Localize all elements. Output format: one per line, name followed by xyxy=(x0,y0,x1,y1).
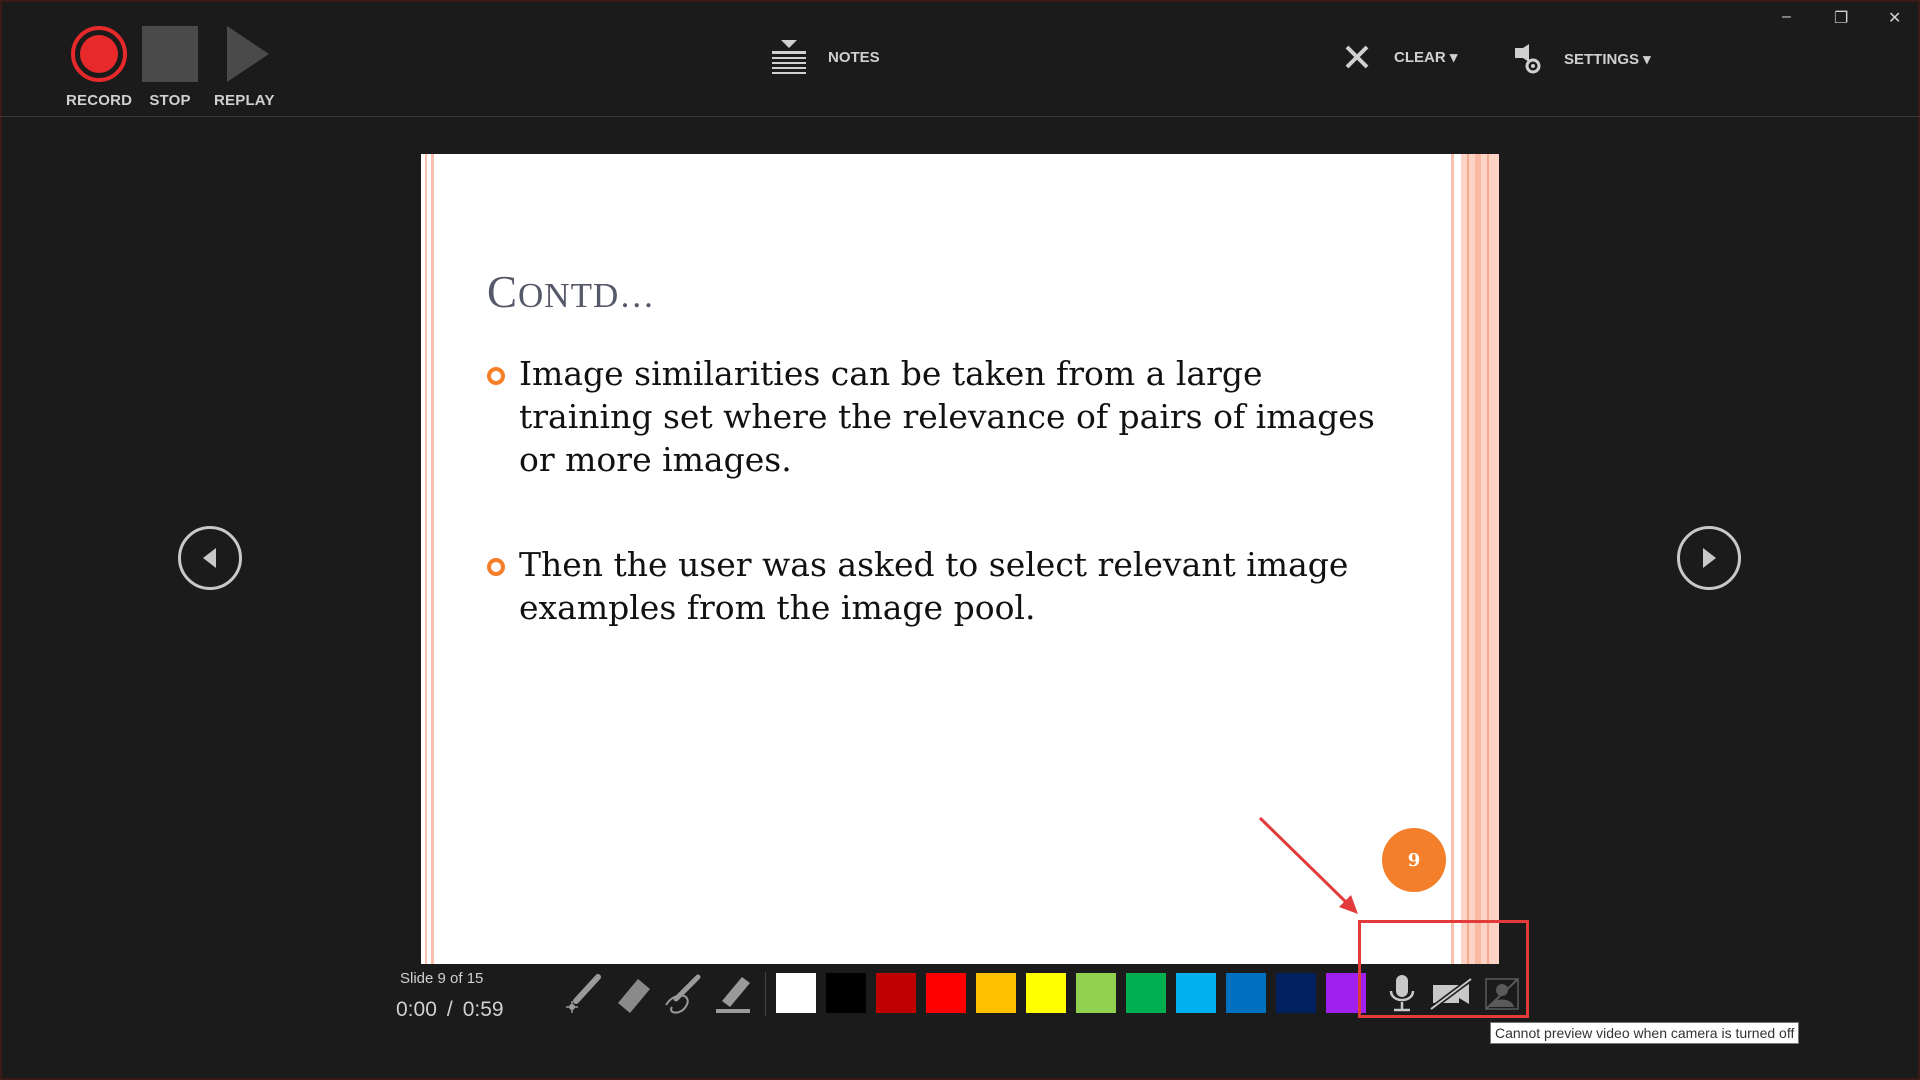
recording-toolbar: RECORD STOP REPLAY NOTES CLEAR ▾ SETTING… xyxy=(0,0,1920,117)
total-time: 0:59 xyxy=(462,998,504,1021)
slide-title-cap: C xyxy=(487,267,519,317)
slide-counter: Slide 9 of 15 xyxy=(400,970,484,987)
camera-preview-off-icon[interactable] xyxy=(1480,969,1524,1017)
circle-bullet-icon xyxy=(487,558,505,576)
arrow-right-icon xyxy=(1703,548,1716,568)
color-swatch[interactable] xyxy=(1326,973,1366,1013)
restore-button[interactable]: ❐ xyxy=(1834,8,1848,28)
bullet-item: Then the user was asked to select releva… xyxy=(487,543,1379,629)
notes-button[interactable]: NOTES xyxy=(770,38,880,76)
color-swatch[interactable] xyxy=(1276,973,1316,1013)
arrow-left-icon xyxy=(203,548,216,568)
record-button[interactable]: RECORD xyxy=(66,26,132,109)
clear-label: CLEAR ▾ xyxy=(1394,49,1458,66)
eraser-icon[interactable] xyxy=(612,969,656,1017)
bullet-text: Then the user was asked to select releva… xyxy=(519,545,1349,627)
stop-label: STOP xyxy=(149,92,191,109)
settings-gear-icon xyxy=(1515,44,1541,74)
clear-x-icon xyxy=(1345,45,1369,69)
bullet-item: Image similarities can be taken from a l… xyxy=(487,352,1379,481)
record-icon xyxy=(71,26,128,82)
microphone-icon[interactable] xyxy=(1380,969,1424,1017)
highlighter-icon[interactable] xyxy=(712,969,756,1017)
stop-button[interactable]: STOP xyxy=(142,26,198,109)
next-slide-button[interactable] xyxy=(1677,526,1741,590)
slide-title-rest: ONTD… xyxy=(518,276,656,315)
color-swatch[interactable] xyxy=(1126,973,1166,1013)
replay-button[interactable]: REPLAY xyxy=(214,26,275,109)
replay-label: REPLAY xyxy=(214,92,275,109)
right-stripe-3 xyxy=(1475,154,1481,964)
laser-pointer-icon[interactable] xyxy=(562,969,606,1017)
slide-number-badge: 9 xyxy=(1382,828,1446,892)
left-stripe xyxy=(425,154,427,964)
right-stripe-2 xyxy=(1467,154,1469,964)
toolbar-separator xyxy=(765,972,766,1016)
slide-title: CONTD… xyxy=(487,266,655,318)
clear-button[interactable]: CLEAR ▾ xyxy=(1344,44,1457,70)
stop-icon xyxy=(142,26,198,82)
color-swatch[interactable] xyxy=(876,973,916,1013)
color-swatch[interactable] xyxy=(776,973,816,1013)
color-swatch[interactable] xyxy=(976,973,1016,1013)
color-swatch[interactable] xyxy=(1176,973,1216,1013)
left-stripe-2 xyxy=(431,154,434,964)
previous-slide-button[interactable] xyxy=(178,526,242,590)
settings-button[interactable]: SETTINGS ▾ xyxy=(1512,44,1651,74)
elapsed-time: 0:00 xyxy=(396,998,437,1021)
pen-icon[interactable] xyxy=(662,969,706,1017)
notes-label: NOTES xyxy=(828,48,880,66)
minimize-button[interactable]: – xyxy=(1782,8,1791,26)
slide-canvas[interactable]: CONTD… Image similarities can be taken f… xyxy=(421,154,1499,964)
settings-label: SETTINGS ▾ xyxy=(1564,51,1651,68)
right-stripe-4 xyxy=(1487,154,1489,964)
color-swatch[interactable] xyxy=(826,973,866,1013)
color-swatch[interactable] xyxy=(1076,973,1116,1013)
time-separator: / xyxy=(446,998,453,1021)
play-icon xyxy=(227,26,270,82)
camera-preview-tooltip: Cannot preview video when camera is turn… xyxy=(1490,1022,1800,1044)
circle-bullet-icon xyxy=(487,367,505,385)
bullet-text: Image similarities can be taken from a l… xyxy=(519,354,1375,479)
camera-off-icon[interactable] xyxy=(1428,969,1473,1017)
right-stripe-1 xyxy=(1451,154,1454,964)
color-swatch[interactable] xyxy=(1026,973,1066,1013)
record-label: RECORD xyxy=(66,92,133,109)
color-swatch[interactable] xyxy=(926,973,966,1013)
close-button[interactable]: ✕ xyxy=(1888,8,1901,28)
time-readout: 0:00 / 0:59 xyxy=(396,998,504,1022)
notes-icon xyxy=(772,40,806,74)
color-swatch[interactable] xyxy=(1226,973,1266,1013)
